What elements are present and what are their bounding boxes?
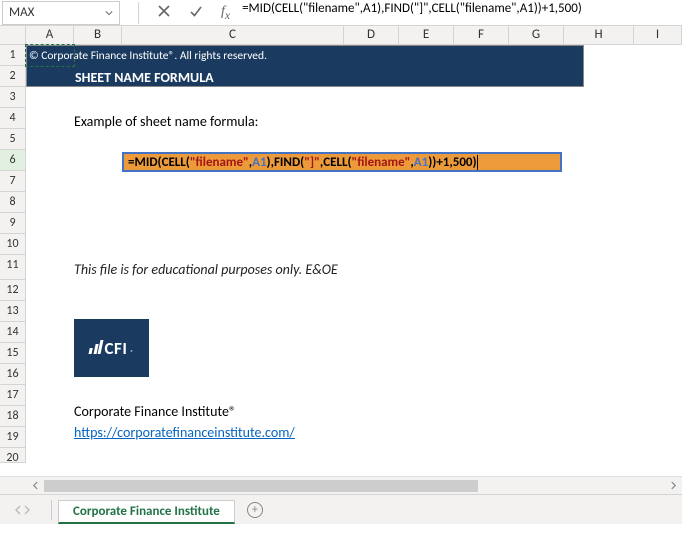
logo-bars-icon bbox=[88, 340, 103, 354]
col-header[interactable]: G bbox=[509, 26, 564, 44]
row-header[interactable]: 7 bbox=[0, 171, 25, 192]
row-header[interactable]: 5 bbox=[0, 129, 25, 150]
name-box-dropdown-icon[interactable] bbox=[101, 2, 117, 24]
row-header[interactable]: 19 bbox=[0, 427, 25, 448]
column-headers: A B C D E F G H I bbox=[0, 26, 682, 45]
logo-trademark: ® bbox=[130, 348, 133, 356]
enter-icon[interactable] bbox=[189, 4, 203, 22]
name-box[interactable]: MAX bbox=[2, 1, 120, 25]
col-header[interactable]: B bbox=[74, 26, 122, 44]
org-name: Corporate Finance Institute® bbox=[74, 403, 236, 420]
row-header[interactable]: 10 bbox=[0, 234, 25, 255]
col-header[interactable]: A bbox=[26, 26, 74, 44]
disclaimer-text: This file is for educational purposes on… bbox=[74, 261, 338, 278]
sheet-tab-strip: Corporate Finance Institute + bbox=[0, 494, 682, 524]
row-header[interactable]: 18 bbox=[0, 406, 25, 427]
scrollbar-thumb[interactable] bbox=[44, 480, 478, 492]
select-all-corner[interactable] bbox=[0, 26, 26, 44]
scrollbar-track[interactable] bbox=[44, 479, 664, 493]
row-header[interactable]: 6 bbox=[0, 150, 25, 171]
row-header[interactable]: 16 bbox=[0, 364, 25, 385]
formula-bar-buttons bbox=[149, 4, 211, 22]
row-header[interactable]: 12 bbox=[0, 280, 25, 301]
row-header[interactable]: 15 bbox=[0, 343, 25, 364]
row-header[interactable]: 9 bbox=[0, 213, 25, 234]
banner-title: SHEET NAME FORMULA bbox=[27, 66, 583, 89]
sheet-tab-active[interactable]: Corporate Finance Institute bbox=[58, 500, 235, 524]
col-header[interactable]: E bbox=[399, 26, 454, 44]
tab-next-icon[interactable] bbox=[23, 505, 31, 515]
new-sheet-button[interactable]: + bbox=[241, 496, 269, 524]
row-headers: 1 2 3 4 5 6 7 8 9 10 11 12 13 14 15 16 1… bbox=[0, 45, 26, 463]
fx-icon[interactable]: fx bbox=[221, 4, 230, 22]
row-header[interactable]: 8 bbox=[0, 192, 25, 213]
row-header[interactable]: 17 bbox=[0, 385, 25, 406]
row-header[interactable]: 4 bbox=[0, 108, 25, 129]
row-header[interactable]: 2 bbox=[0, 66, 25, 87]
col-header[interactable]: I bbox=[634, 26, 682, 44]
active-cell-c6[interactable]: =MID(CELL("filename",A1),FIND("]",CELL("… bbox=[122, 152, 562, 172]
divider bbox=[51, 500, 52, 520]
row-header[interactable]: 13 bbox=[0, 301, 25, 322]
col-header[interactable]: H bbox=[564, 26, 634, 44]
col-header[interactable]: D bbox=[344, 26, 399, 44]
cfi-logo: CFI® bbox=[74, 319, 149, 377]
sheet-tab-label: Corporate Finance Institute bbox=[73, 504, 220, 519]
scroll-right-icon[interactable] bbox=[664, 477, 682, 495]
col-header[interactable]: C bbox=[122, 26, 344, 44]
cells-area[interactable]: © Corporate Finance Institute®. All righ… bbox=[26, 45, 682, 463]
formula-bar-row: MAX fx =MID(CELL("filename",A1),FIND("]"… bbox=[0, 0, 682, 26]
name-box-value: MAX bbox=[9, 5, 34, 20]
tab-nav-buttons[interactable] bbox=[0, 505, 45, 515]
plus-icon: + bbox=[247, 502, 263, 518]
example-label: Example of sheet name formula: bbox=[74, 113, 258, 130]
divider bbox=[138, 2, 139, 24]
row-header[interactable]: 1 bbox=[0, 45, 25, 66]
title-banner: © Corporate Finance Institute®. All righ… bbox=[26, 45, 584, 87]
tab-prev-icon[interactable] bbox=[14, 505, 22, 515]
horizontal-scrollbar[interactable] bbox=[0, 476, 682, 494]
row-header[interactable]: 11 bbox=[0, 255, 25, 280]
formula-bar-input[interactable]: =MID(CELL("filename",A1),FIND("]",CELL("… bbox=[238, 1, 682, 25]
logo-text: CFI bbox=[105, 338, 128, 359]
scroll-left-icon[interactable] bbox=[26, 477, 44, 495]
cancel-icon[interactable] bbox=[157, 4, 171, 22]
row-header[interactable]: 20 bbox=[0, 448, 25, 463]
spreadsheet-grid: A B C D E F G H I 1 2 3 4 5 6 7 8 9 10 1… bbox=[0, 26, 682, 524]
row-header[interactable]: 3 bbox=[0, 87, 25, 108]
col-header[interactable]: F bbox=[454, 26, 509, 44]
copyright-text: © Corporate Finance Institute®. All righ… bbox=[27, 46, 583, 66]
row-header[interactable]: 14 bbox=[0, 322, 25, 343]
org-link[interactable]: https://corporatefinanceinstitute.com/ bbox=[74, 424, 295, 441]
